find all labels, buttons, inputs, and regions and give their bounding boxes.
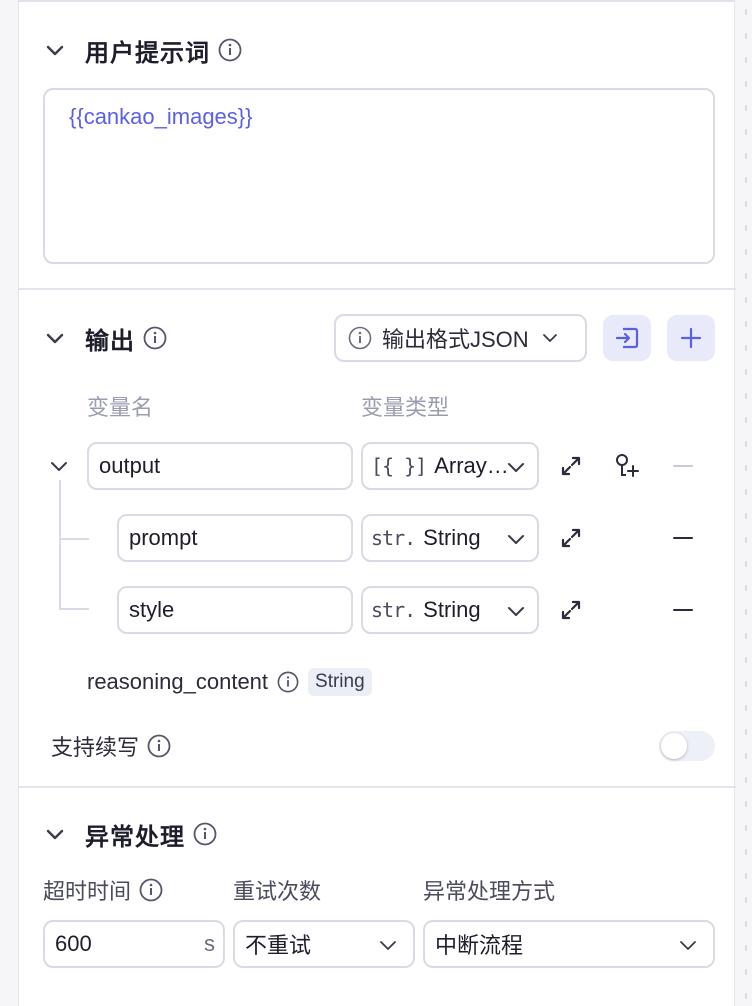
reasoning-content-label: reasoning_content [87,669,269,694]
timeout-value: 600 [55,931,92,956]
exception-header: 异常处理 [43,816,217,852]
timeout-label: 超时时间 [43,879,132,904]
reasoning-content-row: reasoning_content String [87,666,372,698]
output-header: 输出 [43,320,167,356]
timeout-input[interactable]: 600 s [43,920,225,968]
chevron-down-icon [677,934,699,962]
plus-icon [680,327,702,349]
settings-panel: 用户提示词 {{cankao_images}} 输出 输出格式JSON 变量名 … [18,0,736,1006]
chevron-down-icon [377,934,399,962]
var-name-input[interactable]: style [117,586,353,634]
continue-writing-row: 支持续写 [51,730,171,762]
chevron-down-icon[interactable] [43,822,67,846]
chevron-down-icon[interactable] [43,326,67,350]
retry-value: 不重试 [245,933,312,958]
var-name-value: output [99,453,161,478]
remove-icon[interactable] [669,524,697,552]
exception-method-label: 异常处理方式 [423,879,556,904]
chevron-down-icon[interactable] [45,452,73,480]
info-icon [348,326,372,350]
import-icon [615,327,639,349]
exception-method-select[interactable]: 中断流程 [423,920,715,968]
var-type-select[interactable]: str. String [361,586,539,634]
add-child-icon[interactable] [613,452,641,480]
user-prompt-content: {{cankao_images}} [69,104,253,129]
info-icon[interactable] [147,734,171,758]
var-name-value: prompt [129,525,198,550]
output-title: 输出 [85,327,135,355]
info-icon[interactable] [218,38,242,62]
add-output-button[interactable] [667,315,715,361]
section-divider [19,786,736,788]
exception-title: 异常处理 [85,823,185,851]
tree-line [59,480,61,610]
output-format-select[interactable]: 输出格式JSON [334,314,587,362]
var-type-select[interactable]: [{ }] Array… [361,442,539,490]
output-format-label: 输出格式JSON [382,327,529,352]
timeout-label-row: 超时时间 [43,874,163,906]
tree-branch [59,538,89,540]
info-icon[interactable] [139,878,163,902]
remove-icon [669,452,697,480]
chevron-down-icon[interactable] [43,38,67,62]
info-icon[interactable] [143,326,167,350]
expand-icon[interactable] [557,596,585,624]
var-name-input[interactable]: prompt [117,514,353,562]
string-type-icon: str. [371,526,416,550]
import-button[interactable] [603,315,651,361]
var-type-select[interactable]: str. String [361,514,539,562]
chevron-down-icon [505,600,527,628]
col-header-name: 变量名 [87,395,154,420]
expand-icon[interactable] [557,452,585,480]
type-tag: String [308,668,372,696]
remove-icon[interactable] [669,596,697,624]
continue-writing-toggle[interactable] [659,731,715,761]
canvas-background [742,0,748,1006]
var-name-value: style [129,597,175,622]
user-prompt-textarea[interactable]: {{cankao_images}} [43,88,715,264]
tree-branch [59,608,89,610]
continue-writing-label: 支持续写 [51,735,140,760]
var-type-value: Array… [434,453,509,478]
user-prompt-header: 用户提示词 [43,32,242,68]
retry-label: 重试次数 [233,879,322,904]
array-object-icon: [{ }] [371,454,427,478]
info-icon[interactable] [193,822,217,846]
string-type-icon: str. [371,598,416,622]
info-icon[interactable] [276,670,300,694]
var-type-value: String [423,597,481,622]
user-prompt-title: 用户提示词 [85,39,210,67]
chevron-down-icon [505,528,527,556]
chevron-down-icon [505,456,527,484]
var-name-input[interactable]: output [87,442,353,490]
expand-icon[interactable] [557,524,585,552]
timeout-unit: s [204,931,215,956]
retry-select[interactable]: 不重试 [233,920,415,968]
chevron-down-icon [541,329,559,347]
col-header-type: 变量类型 [361,395,450,420]
section-divider [19,288,736,290]
var-type-value: String [423,525,481,550]
toggle-knob [661,733,687,759]
exception-method-value: 中断流程 [435,933,524,958]
